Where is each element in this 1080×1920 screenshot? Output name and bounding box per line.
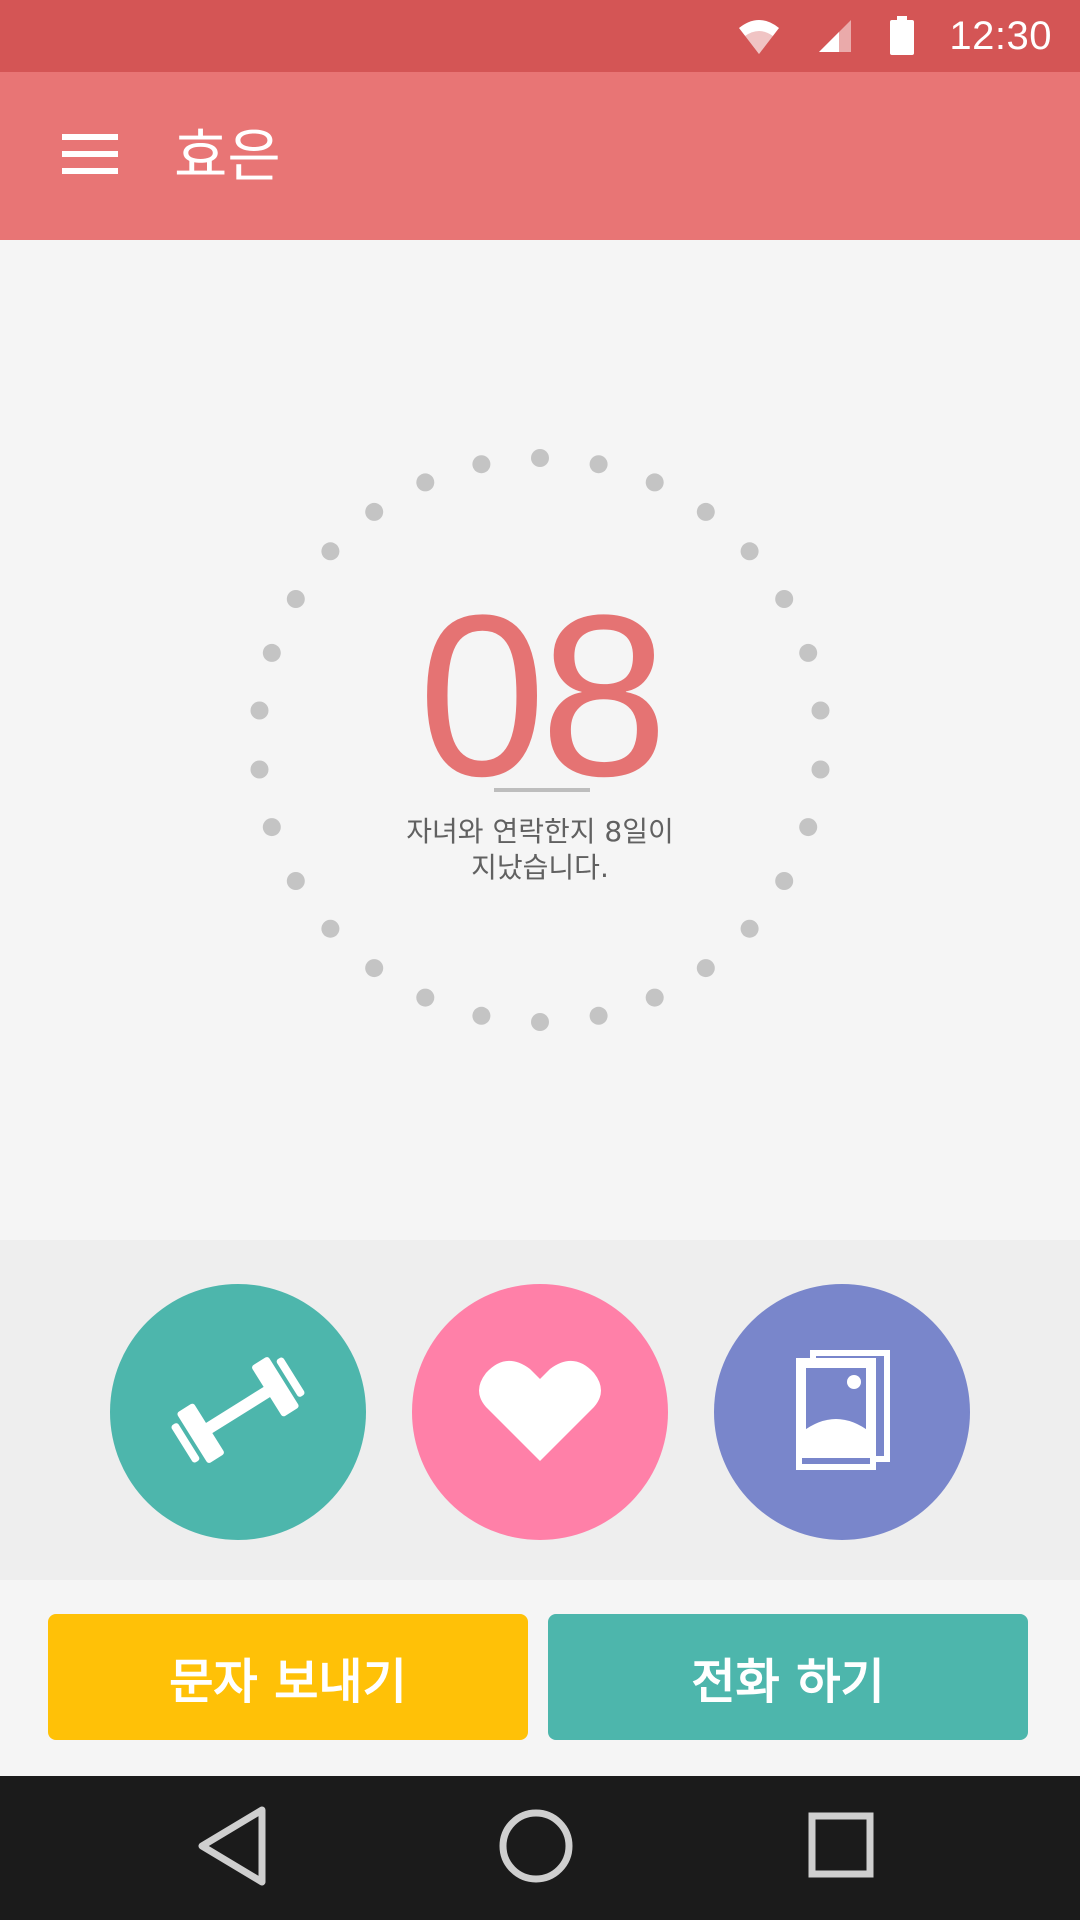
dial-dot [472,455,491,474]
message-line-1: 자녀와 연락한지 8일이 [406,815,674,848]
back-icon [192,1804,272,1892]
photos-button[interactable] [714,1284,970,1540]
menu-button[interactable] [48,122,132,190]
recent-apps-button[interactable] [792,1798,892,1898]
page-title: 효은 [174,122,281,190]
dial-dot [696,959,715,978]
recent-apps-icon [807,1811,877,1885]
dial-dot [365,502,384,521]
dial-dot [286,872,305,890]
contact-message: 자녀와 연락한지 8일이 지났습니다. [340,814,740,886]
dial-dot [416,473,435,492]
dial-dot [696,502,715,521]
heart-icon [478,1355,602,1469]
dial-dot [645,473,664,492]
send-message-button[interactable]: 문자 보내기 [48,1614,528,1740]
dial-dot [589,455,608,474]
exercise-button[interactable] [110,1284,366,1540]
main-content: 08 자녀와 연락한지 8일이 지났습니다. [0,240,1080,1240]
action-row [0,1240,1080,1580]
dial-dot [321,542,340,561]
dial-dot [416,988,435,1007]
dial-dot [472,1006,491,1025]
dial-dot [740,919,759,938]
dial-dot [740,542,759,561]
count-divider [494,788,590,792]
dial-dot [799,643,818,662]
health-button[interactable] [412,1284,668,1540]
dial-dot [775,872,794,890]
dial-dot [262,643,281,662]
dial-dot [531,449,549,467]
dial-dot [365,959,384,978]
dial-dot [250,760,269,779]
photos-icon [792,1348,892,1476]
button-row: 문자 보내기 전화 하기 [0,1580,1080,1776]
home-button[interactable] [486,1798,586,1898]
dial-dot [321,919,340,938]
dial-dot [645,988,664,1007]
wifi-icon [737,16,781,56]
dial-dot [811,760,830,779]
dumbbell-icon [168,1340,308,1484]
dial-dot [531,1013,549,1031]
app-bar: 효은 [0,72,1080,240]
status-time: 12:30 [949,13,1052,58]
back-button[interactable] [182,1798,282,1898]
message-line-2: 지났습니다. [471,851,609,884]
day-count: 08 [418,567,668,824]
dial-dot [286,590,305,608]
dial-dot [811,701,830,720]
navigation-bar [0,1776,1080,1920]
battery-icon [889,16,915,56]
dial-dot [262,818,281,837]
menu-icon [62,132,118,180]
dial-dot [589,1006,608,1025]
call-button[interactable]: 전화 하기 [548,1614,1028,1740]
dial-dot [775,590,794,608]
dial-dot [250,701,269,720]
signal-icon [817,18,853,54]
home-icon [496,1806,576,1890]
dial-dot [799,818,818,837]
status-bar: 12:30 [0,0,1080,72]
